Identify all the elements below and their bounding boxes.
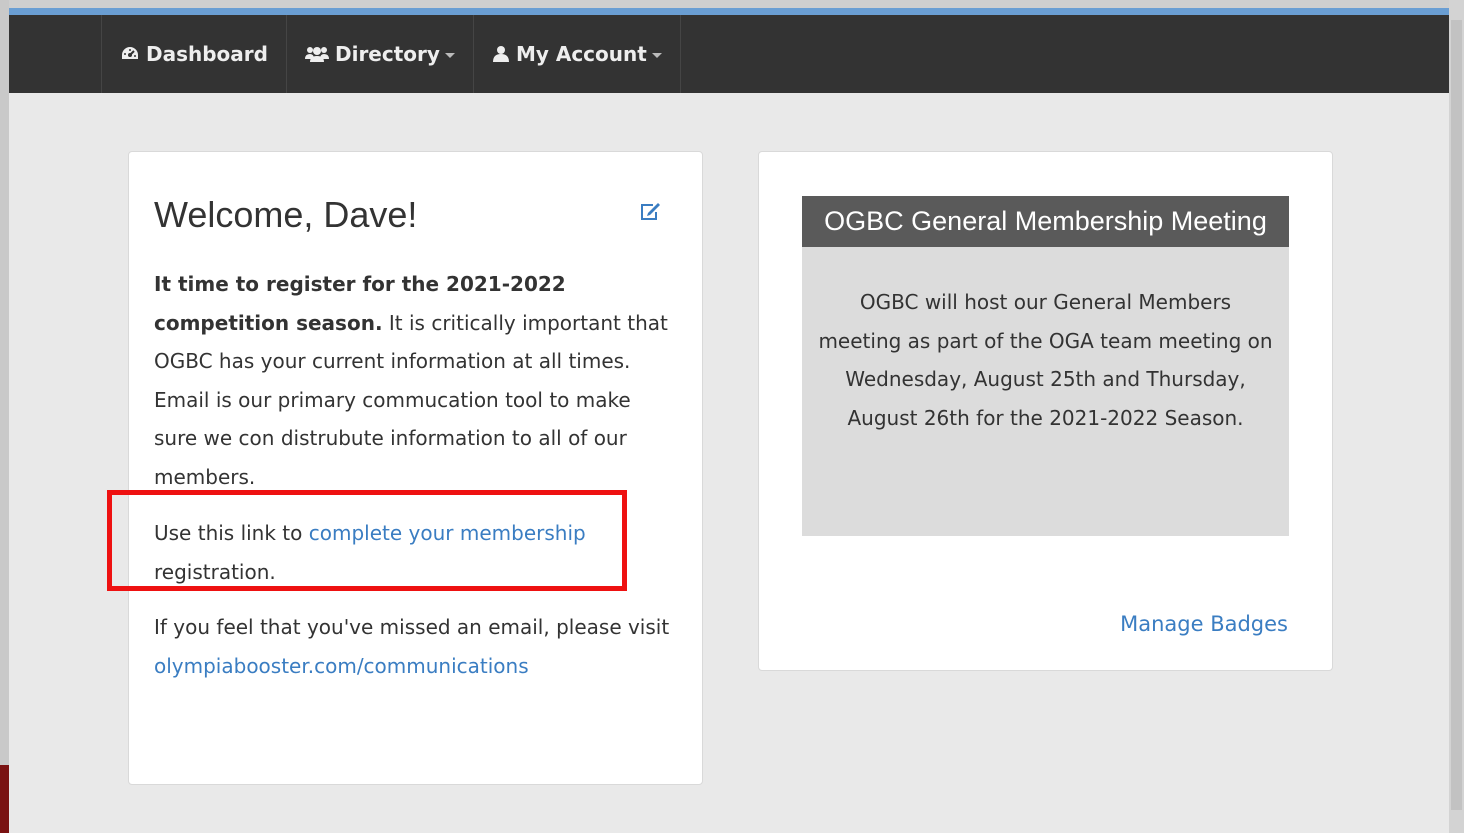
- registration-message: It time to register for the 2021-2022 co…: [154, 265, 679, 496]
- meeting-title: OGBC General Membership Meeting: [802, 196, 1289, 247]
- nav-menu: Dashboard Directory My Account: [101, 15, 681, 93]
- registration-details: It is critically important that OGBC has…: [154, 310, 668, 489]
- welcome-title: Welcome, Dave!: [154, 194, 418, 235]
- meeting-card: OGBC General Membership Meeting OGBC wil…: [758, 151, 1333, 671]
- nav-item-label: Dashboard: [146, 42, 268, 66]
- communications-link[interactable]: olympiabooster.com/communications: [154, 654, 529, 678]
- welcome-card: Welcome, Dave! It time to register for t…: [128, 151, 703, 785]
- users-icon: [304, 45, 329, 63]
- nav-item-dashboard[interactable]: Dashboard: [102, 15, 287, 93]
- manage-badges-link[interactable]: Manage Badges: [1120, 612, 1288, 636]
- navbar: Dashboard Directory My Account: [9, 15, 1449, 93]
- nav-item-directory[interactable]: Directory: [287, 15, 474, 93]
- left-edge: [0, 0, 9, 765]
- top-accent-stripe: [9, 8, 1449, 15]
- missed-email-message: If you feel that you've missed an email,…: [154, 608, 679, 685]
- chevron-down-icon: [651, 53, 662, 58]
- edit-icon[interactable]: [639, 202, 661, 226]
- user-icon: [492, 45, 510, 63]
- dashboard-icon: [120, 45, 140, 63]
- nav-item-label: Directory: [334, 42, 440, 66]
- nav-item-my-account[interactable]: My Account: [474, 15, 681, 93]
- page-frame: Dashboard Directory My Account Welcome, …: [9, 8, 1449, 833]
- chevron-down-icon: [444, 53, 455, 58]
- meeting-body: OGBC will host our General Members meeti…: [818, 290, 1273, 430]
- nav-item-label: My Account: [515, 42, 647, 66]
- meeting-announcement: OGBC General Membership Meeting OGBC wil…: [802, 196, 1289, 536]
- scrollbar-thumb[interactable]: [1451, 20, 1462, 810]
- missed-email-prefix: If you feel that you've missed an email,…: [154, 615, 670, 639]
- highlight-annotation: [107, 490, 627, 591]
